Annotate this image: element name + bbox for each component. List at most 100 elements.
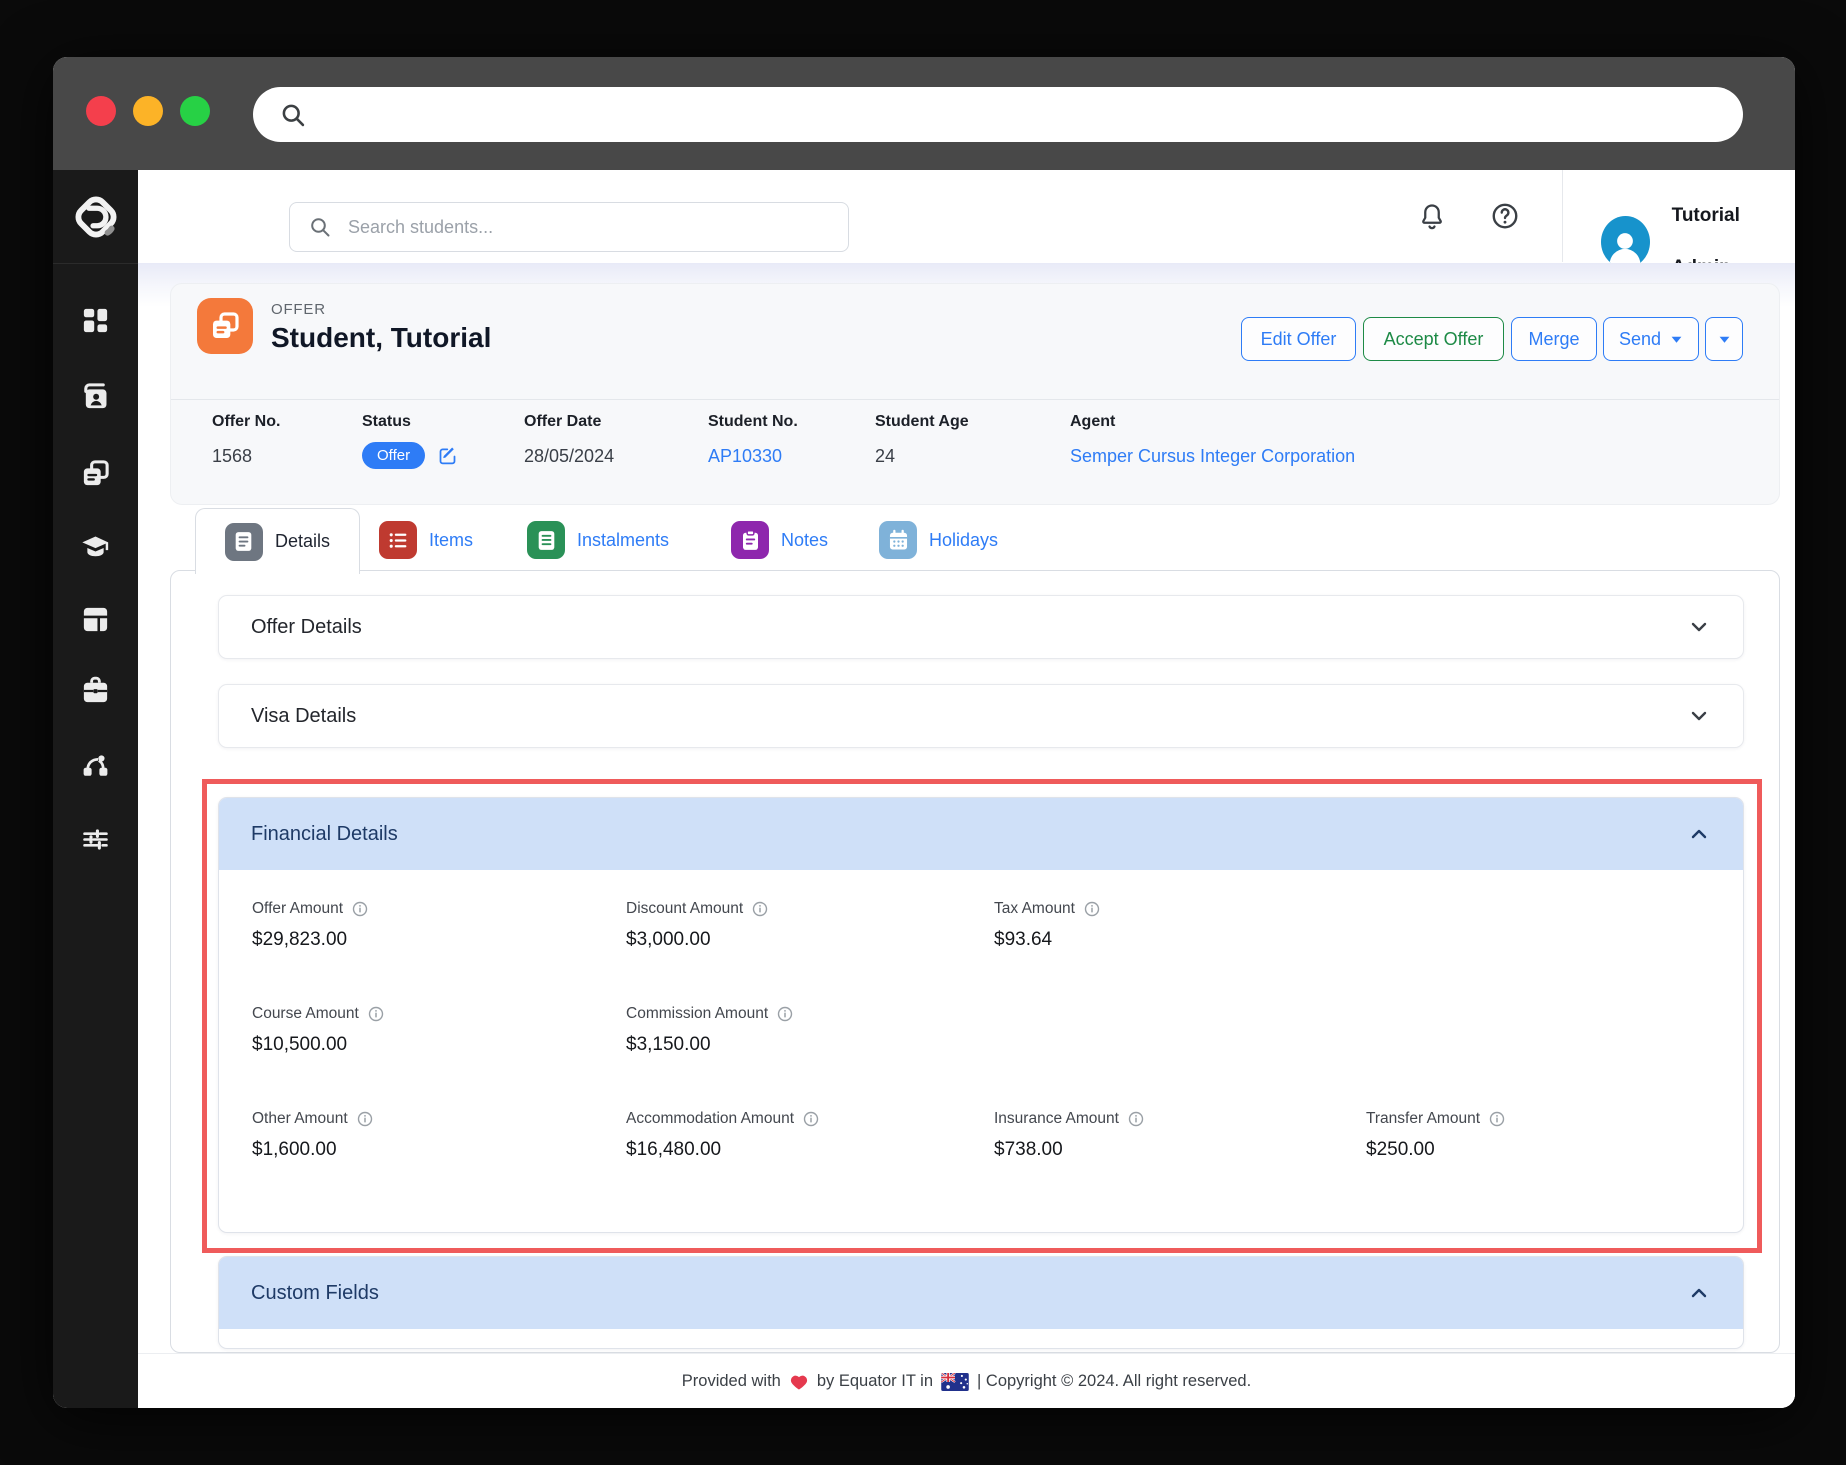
australia-flag-icon xyxy=(941,1373,969,1391)
sidebar-item-classes[interactable] xyxy=(75,599,115,639)
browser-address-bar[interactable] xyxy=(253,87,1743,142)
info-icon[interactable] xyxy=(1128,1111,1144,1127)
commission-amount-cell: Commission Amount $3,150.00 xyxy=(626,1005,793,1056)
discount-amount-cell: Discount Amount $3,000.00 xyxy=(626,900,768,951)
insurance-amount-cell: Insurance Amount $738.00 xyxy=(994,1110,1144,1161)
caret-down-icon xyxy=(1718,333,1731,346)
chevron-down-icon xyxy=(1687,615,1711,639)
tab-notes[interactable]: Notes xyxy=(731,508,828,572)
sidebar-item-jobs[interactable] xyxy=(75,670,115,710)
student-age-label: Student Age xyxy=(875,413,969,431)
document-icon xyxy=(225,523,263,561)
edit-status-icon[interactable] xyxy=(437,445,458,466)
financial-row: Other Amount $1,600.00 Accommodation Amo… xyxy=(219,1080,1743,1185)
info-icon[interactable] xyxy=(352,901,368,917)
info-icon[interactable] xyxy=(1084,901,1100,917)
accept-offer-button[interactable]: Accept Offer xyxy=(1363,317,1504,361)
notifications-button[interactable] xyxy=(1410,194,1454,238)
workflow-icon xyxy=(80,751,111,782)
offer-header-card: OFFER Student, Tutorial Edit Offer Accep… xyxy=(170,283,1780,505)
maximize-window-button[interactable] xyxy=(180,96,210,126)
tax-amount-cell: Tax Amount $93.64 xyxy=(994,900,1100,951)
more-actions-button[interactable] xyxy=(1705,317,1743,361)
briefcase-icon xyxy=(80,675,111,706)
tab-details[interactable]: Details xyxy=(195,508,360,574)
dashboard-icon xyxy=(80,305,111,336)
info-icon[interactable] xyxy=(357,1111,373,1127)
offers-icon xyxy=(80,458,111,489)
agent-link[interactable]: Semper Cursus Integer Corporation xyxy=(1070,446,1355,467)
financial-row: Offer Amount $29,823.00 Discount Amount … xyxy=(219,870,1743,975)
info-icon[interactable] xyxy=(368,1006,384,1022)
calendar-icon xyxy=(879,521,917,559)
footer-copyright: | Copyright © 2024. All right reserved. xyxy=(977,1372,1251,1391)
sidebar-item-workflows[interactable] xyxy=(75,746,115,786)
bell-icon xyxy=(1417,201,1447,231)
chevron-up-icon xyxy=(1687,822,1711,846)
window-titlebar xyxy=(53,57,1795,170)
offer-amount-cell: Offer Amount $29,823.00 xyxy=(252,900,368,951)
offer-date-value: 28/05/2024 xyxy=(524,446,614,467)
offer-no-value: 1568 xyxy=(212,446,252,467)
search-input[interactable] xyxy=(346,216,790,239)
edit-offer-button[interactable]: Edit Offer xyxy=(1241,317,1356,361)
merge-button[interactable]: Merge xyxy=(1511,317,1597,361)
tab-holidays[interactable]: Holidays xyxy=(879,508,998,572)
status-value: Offer xyxy=(362,442,458,469)
sidebar-item-students[interactable] xyxy=(75,376,115,416)
accordion-visa-details[interactable]: Visa Details xyxy=(218,684,1744,748)
agent-label: Agent xyxy=(1070,413,1115,431)
financial-row: Course Amount $10,500.00 Commission Amou… xyxy=(219,975,1743,1080)
send-button[interactable]: Send xyxy=(1603,317,1699,361)
student-age-value: 24 xyxy=(875,446,895,467)
app-window: Tutorial Admin OFFER Student, Tutorial E… xyxy=(53,57,1795,1408)
offer-entity-icon xyxy=(197,298,253,354)
sidebar-item-settings[interactable] xyxy=(75,819,115,859)
accordion-custom-fields[interactable]: Custom Fields xyxy=(219,1257,1743,1329)
student-no-label: Student No. xyxy=(708,413,798,431)
avatar xyxy=(1601,216,1650,268)
heart-icon xyxy=(789,1372,809,1392)
info-icon[interactable] xyxy=(777,1006,793,1022)
student-no-link[interactable]: AP10330 xyxy=(708,446,782,467)
minimize-window-button[interactable] xyxy=(133,96,163,126)
help-icon xyxy=(1490,201,1520,231)
sliders-icon xyxy=(80,824,111,855)
chevron-up-icon xyxy=(1687,1281,1711,1305)
app-header: Tutorial Admin xyxy=(138,170,1795,264)
student-search-field[interactable] xyxy=(289,202,849,252)
accordion-offer-details[interactable]: Offer Details xyxy=(218,595,1744,659)
tab-instalments[interactable]: Instalments xyxy=(527,508,669,572)
graduation-cap-icon xyxy=(80,532,111,563)
offer-no-label: Offer No. xyxy=(212,413,280,431)
page-footer: Provided with by Equator IT in | Copyrig… xyxy=(138,1353,1795,1408)
page-content: OFFER Student, Tutorial Edit Offer Accep… xyxy=(138,263,1795,1408)
footer-text: Provided with xyxy=(682,1372,781,1391)
financial-details-section: Financial Details Offer Amount $29,823.0… xyxy=(218,797,1744,1233)
help-button[interactable] xyxy=(1483,194,1527,238)
financial-grid: Offer Amount $29,823.00 Discount Amount … xyxy=(219,870,1743,1185)
offer-date-label: Offer Date xyxy=(524,413,601,431)
brand-logo-icon xyxy=(68,189,124,245)
header-divider xyxy=(1562,170,1563,262)
info-icon[interactable] xyxy=(803,1111,819,1127)
status-badge: Offer xyxy=(362,442,425,469)
sidebar xyxy=(53,170,138,1408)
caret-down-icon xyxy=(1670,333,1683,346)
close-window-button[interactable] xyxy=(86,96,116,126)
list-icon xyxy=(379,521,417,559)
transfer-amount-cell: Transfer Amount $250.00 xyxy=(1366,1110,1505,1161)
footer-text: by Equator IT in xyxy=(817,1372,933,1391)
accommodation-amount-cell: Accommodation Amount $16,480.00 xyxy=(626,1110,819,1161)
entity-label: OFFER xyxy=(271,301,326,318)
clipboard-icon xyxy=(731,521,769,559)
accordion-financial-details[interactable]: Financial Details xyxy=(219,798,1743,870)
sidebar-item-courses[interactable] xyxy=(75,527,115,567)
info-icon[interactable] xyxy=(752,901,768,917)
tab-items[interactable]: Items xyxy=(379,508,473,572)
chevron-down-icon xyxy=(1687,704,1711,728)
info-icon[interactable] xyxy=(1489,1111,1505,1127)
app-logo[interactable] xyxy=(53,170,138,264)
sidebar-item-offers[interactable] xyxy=(75,453,115,493)
sidebar-item-dashboard[interactable] xyxy=(75,300,115,340)
